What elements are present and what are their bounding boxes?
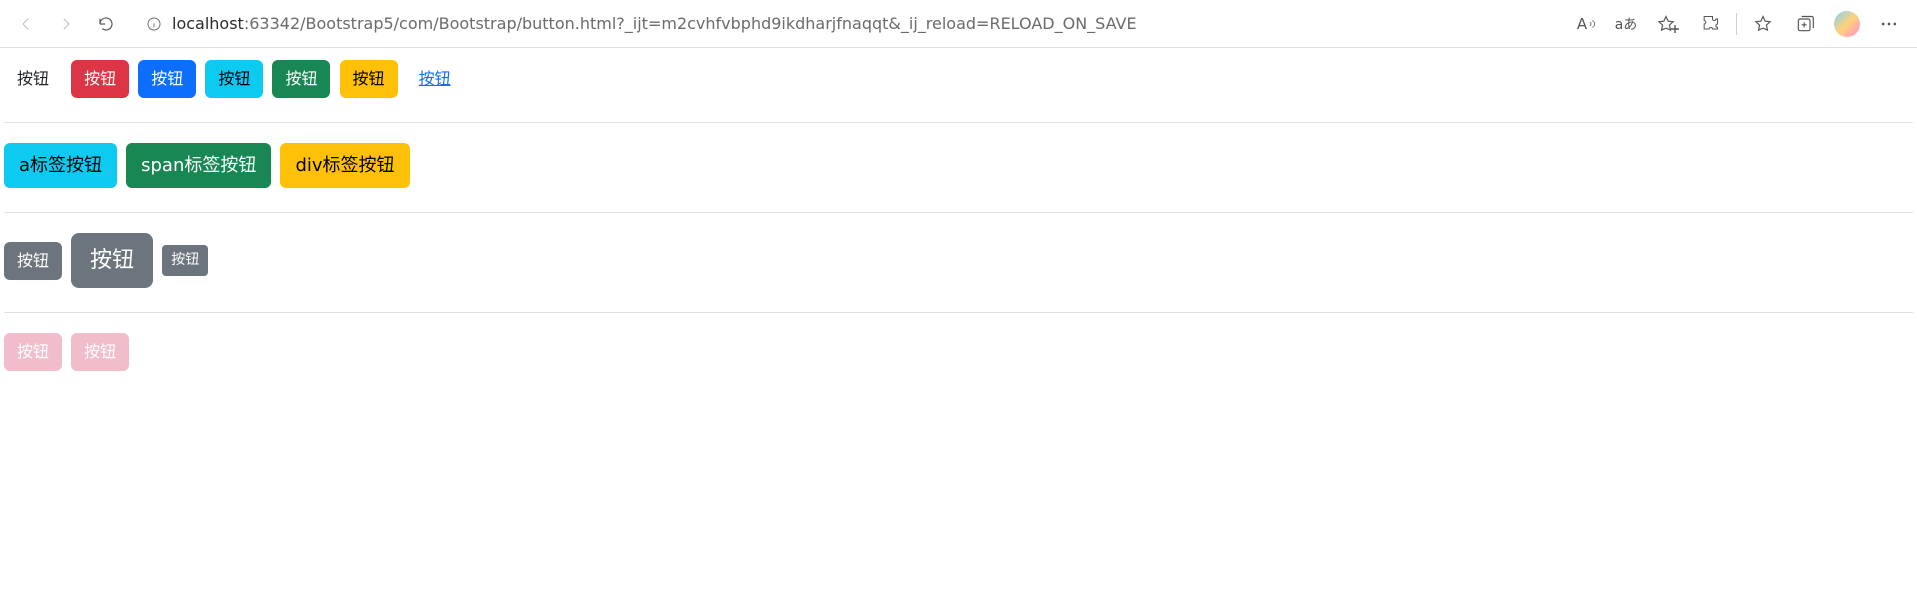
btn-size-small[interactable]: 按钮 [162, 245, 208, 276]
forward-button[interactable] [48, 6, 84, 42]
btn-size-small-label: 按钮 [171, 252, 199, 268]
span-tag-button-label: span标签按钮 [141, 155, 256, 176]
btn-link[interactable]: 按钮 [407, 61, 463, 97]
button-disabled-row: 按钮 按钮 [4, 325, 1913, 379]
url-text: localhost:63342/Bootstrap5/com/Bootstrap… [172, 14, 1538, 33]
button-tags-row: a标签按钮 span标签按钮 div标签按钮 [4, 135, 1913, 196]
favorite-button[interactable] [1648, 6, 1688, 42]
extensions-button[interactable] [1690, 6, 1730, 42]
button-variants-row: 按钮 按钮 按钮 按钮 按钮 按钮 按钮 [4, 52, 1913, 106]
btn-disabled-1: 按钮 [4, 333, 62, 371]
arrow-right-icon [57, 15, 75, 33]
btn-disabled-1-label: 按钮 [17, 342, 49, 361]
btn-default-label: 按钮 [17, 69, 49, 88]
btn-size-normal-label: 按钮 [17, 251, 49, 270]
span-tag-button[interactable]: span标签按钮 [126, 143, 271, 188]
a-tag-button-label: a标签按钮 [19, 155, 102, 176]
btn-success-label: 按钮 [285, 69, 317, 88]
translate-button[interactable]: aあ [1606, 6, 1646, 42]
star-outline-icon [1753, 14, 1773, 34]
btn-danger[interactable]: 按钮 [71, 60, 129, 98]
div-tag-button-label: div标签按钮 [295, 155, 394, 176]
div-tag-button[interactable]: div标签按钮 [280, 143, 409, 188]
arrow-left-icon [17, 15, 35, 33]
btn-warning-label: 按钮 [353, 69, 385, 88]
url-host: localhost [172, 14, 244, 33]
btn-info-label: 按钮 [218, 69, 250, 88]
translate-icon: aあ [1609, 14, 1644, 34]
refresh-icon [97, 15, 115, 33]
btn-link-label: 按钮 [419, 69, 451, 88]
more-button[interactable] [1869, 6, 1909, 42]
profile-avatar-icon [1834, 11, 1860, 37]
page-content: 按钮 按钮 按钮 按钮 按钮 按钮 按钮 a标签按钮 span标签按钮 div标… [0, 48, 1917, 419]
divider-3 [4, 312, 1913, 313]
more-icon [1879, 14, 1899, 34]
collections-icon [1795, 14, 1815, 34]
btn-success[interactable]: 按钮 [272, 60, 330, 98]
btn-disabled-2: 按钮 [71, 333, 129, 371]
btn-default[interactable]: 按钮 [4, 60, 62, 98]
star-plus-icon [1670, 24, 1680, 34]
browser-toolbar: localhost:63342/Bootstrap5/com/Bootstrap… [0, 0, 1917, 48]
url-rest: :63342/Bootstrap5/com/Bootstrap/button.h… [244, 14, 1137, 33]
a-tag-button[interactable]: a标签按钮 [4, 143, 117, 188]
btn-disabled-2-label: 按钮 [84, 342, 116, 361]
btn-danger-label: 按钮 [84, 69, 116, 88]
refresh-button[interactable] [88, 6, 124, 42]
button-sizes-row: 按钮 按钮 按钮 [4, 225, 1913, 296]
back-button[interactable] [8, 6, 44, 42]
btn-primary[interactable]: 按钮 [138, 60, 196, 98]
read-aloud-button[interactable]: A [1564, 6, 1604, 42]
btn-warning[interactable]: 按钮 [340, 60, 398, 98]
btn-info[interactable]: 按钮 [205, 60, 263, 98]
read-aloud-waves-icon [1589, 20, 1597, 28]
btn-primary-label: 按钮 [151, 69, 183, 88]
btn-size-large[interactable]: 按钮 [71, 233, 153, 288]
collections-button[interactable] [1785, 6, 1825, 42]
favorites-list-button[interactable] [1743, 6, 1783, 42]
btn-size-normal[interactable]: 按钮 [4, 242, 62, 280]
site-info-icon[interactable] [144, 14, 164, 34]
address-bar[interactable]: localhost:63342/Bootstrap5/com/Bootstrap… [134, 7, 1548, 41]
btn-size-large-label: 按钮 [90, 248, 134, 273]
profile-button[interactable] [1827, 6, 1867, 42]
puzzle-icon [1700, 14, 1720, 34]
divider-1 [4, 122, 1913, 123]
divider-2 [4, 212, 1913, 213]
toolbar-separator [1736, 13, 1737, 35]
toolbar-right: A aあ [1564, 6, 1909, 42]
